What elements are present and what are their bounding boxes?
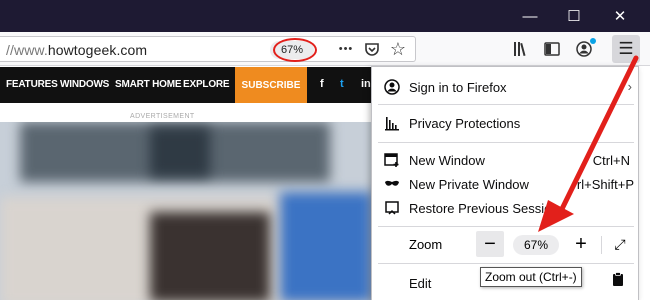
firefox-app-menu: Sign in to Firefox › Privacy Protections… (371, 66, 639, 300)
advertisement-label: ADVERTISEMENT (130, 113, 195, 120)
site-nav-smart-home[interactable]: SMART HOME (115, 79, 182, 90)
pocket-icon[interactable] (362, 39, 382, 59)
zoom-out-tooltip: Zoom out (Ctrl+-) (480, 267, 582, 287)
bookmark-star-icon[interactable]: ☆ (388, 39, 408, 59)
site-nav-explore[interactable]: EXPLORE (183, 79, 230, 90)
minimize-button[interactable]: — (508, 0, 552, 32)
menu-new-window[interactable]: New Window Ctrl+N (372, 148, 640, 172)
restore-session-icon (384, 200, 400, 216)
twitter-icon[interactable]: t (340, 78, 344, 90)
menu-edit-label: Edit (409, 276, 432, 291)
paste-icon[interactable] (611, 271, 625, 287)
menu-new-window-shortcut: Ctrl+N (592, 153, 630, 168)
zoom-out-button[interactable]: − (476, 231, 504, 257)
menu-restore-session[interactable]: Restore Previous Session (372, 196, 640, 220)
zoom-label: Zoom (409, 237, 443, 252)
menu-sign-in-label: Sign in to Firefox (409, 80, 507, 95)
url-text[interactable]: //www.howtogeek.com (6, 42, 147, 58)
menu-restore-session-label: Restore Previous Session (409, 201, 559, 216)
blurred-page-content (0, 122, 372, 300)
menu-separator (378, 104, 634, 105)
menu-privacy-label: Privacy Protections (409, 116, 521, 131)
menu-separator (378, 263, 634, 264)
subscribe-button[interactable]: SUBSCRIBE (235, 67, 307, 103)
menu-new-private-window[interactable]: New Private Window rl+Shift+P (372, 172, 640, 196)
privacy-chart-icon (384, 115, 400, 131)
menu-new-window-label: New Window (409, 153, 485, 168)
menu-new-private-window-label: New Private Window (409, 177, 529, 192)
account-badge-dot (590, 38, 596, 44)
zoom-level-button[interactable]: 67% (513, 235, 559, 255)
zoom-separator (601, 236, 602, 254)
site-nav-features[interactable]: FEATURES (6, 79, 58, 90)
library-icon[interactable] (512, 39, 532, 59)
new-window-icon (384, 152, 400, 168)
title-bar: — ☐ ✕ (0, 0, 650, 32)
url-prefix: //www. (6, 42, 48, 58)
menu-privacy-protections[interactable]: Privacy Protections (372, 111, 640, 135)
site-navigation: FEATURES WINDOWS SMART HOME EXPLORE SUBS… (0, 67, 372, 103)
close-button[interactable]: ✕ (598, 0, 642, 32)
menu-separator (378, 142, 634, 143)
site-nav-windows[interactable]: WINDOWS (60, 79, 109, 90)
navigation-toolbar: //www.howtogeek.com 67% ••• ☆ ☰ (0, 32, 650, 66)
facebook-icon[interactable]: f (320, 78, 324, 90)
account-icon (384, 79, 400, 95)
menu-button[interactable]: ☰ (612, 35, 640, 63)
maximize-button[interactable]: ☐ (552, 0, 596, 32)
menu-separator (378, 226, 634, 227)
private-mask-icon (384, 176, 400, 192)
url-bar[interactable]: //www.howtogeek.com 67% ••• ☆ (0, 36, 416, 62)
sidebar-icon[interactable] (542, 39, 562, 59)
fullscreen-icon[interactable]: ⤢ (608, 232, 632, 256)
menu-new-private-window-shortcut: rl+Shift+P (576, 177, 634, 192)
page-actions-icon[interactable]: ••• (336, 39, 356, 59)
linkedin-icon[interactable]: in (361, 78, 371, 90)
menu-sign-in[interactable]: Sign in to Firefox › (372, 75, 640, 99)
zoom-highlight-circle (273, 38, 317, 62)
chevron-right-icon: › (627, 79, 632, 94)
zoom-in-button[interactable]: + (567, 231, 595, 257)
url-host: howtogeek.com (47, 42, 148, 58)
